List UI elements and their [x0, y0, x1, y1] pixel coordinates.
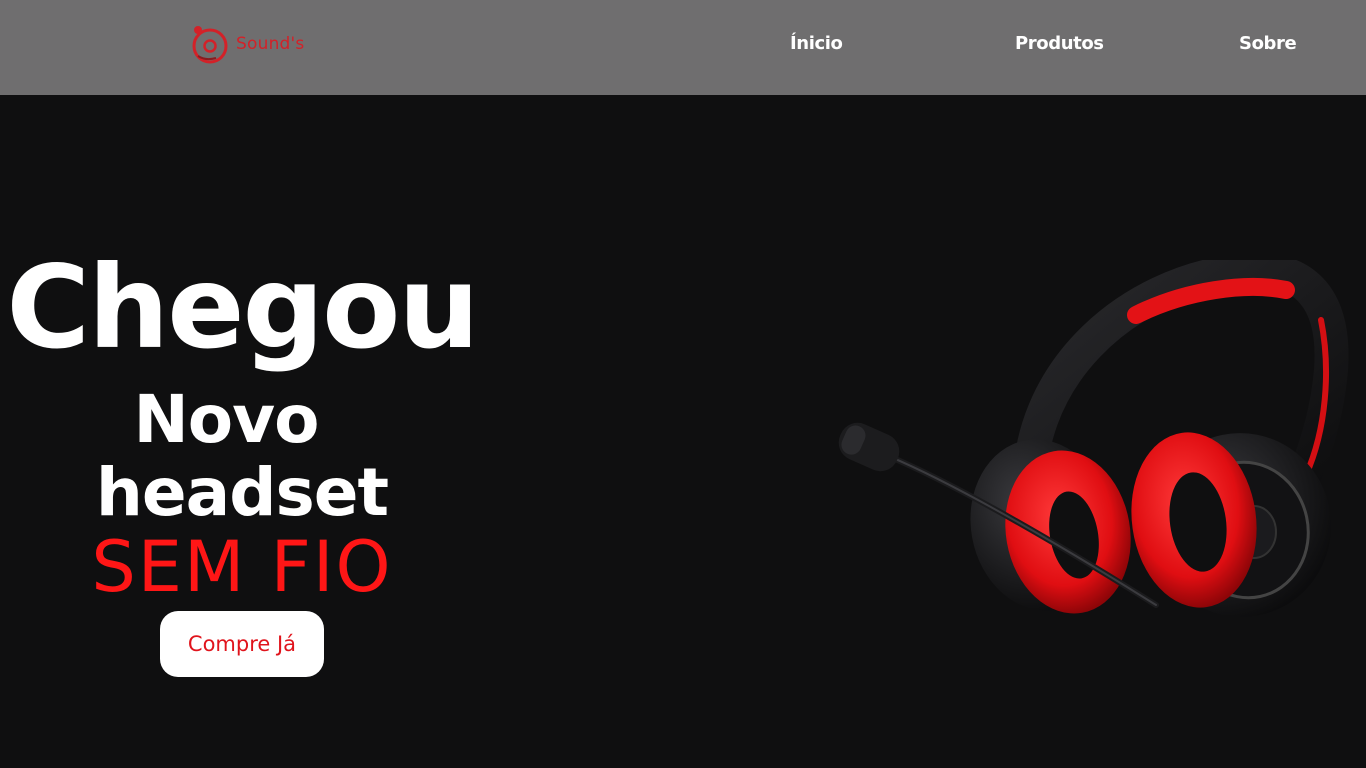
nav-link-inicio[interactable]: Ínicio	[790, 33, 843, 54]
buy-now-button[interactable]: Compre Já	[160, 611, 324, 677]
headline-chegou: Chegou	[6, 241, 479, 374]
hero-section: Chegou Novo headset SEM FIO Compre Já	[0, 95, 1366, 768]
navbar: Sound's Ínicio Produtos Sobre	[0, 0, 1366, 95]
main-nav: Ínicio Produtos Sobre	[0, 0, 1366, 95]
headline-sem-fio: SEM FIO	[91, 526, 393, 608]
headline-novo: Novo	[133, 381, 320, 458]
nav-link-produtos[interactable]: Produtos	[1015, 33, 1104, 54]
nav-link-sobre[interactable]: Sobre	[1239, 33, 1297, 54]
headline-headset: headset	[95, 454, 389, 531]
headset-icon	[838, 260, 1349, 617]
